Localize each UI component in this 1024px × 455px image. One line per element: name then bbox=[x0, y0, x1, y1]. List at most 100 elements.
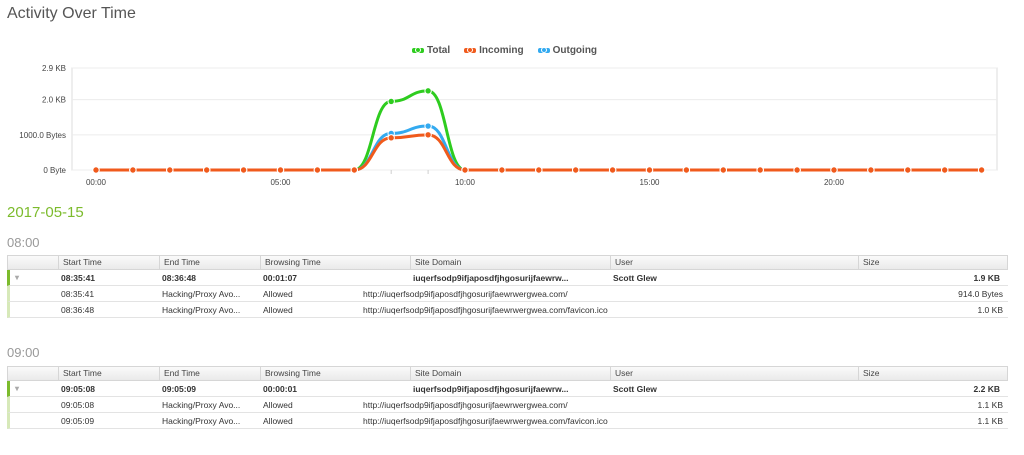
activity-table-0800: Start Time End Time Browsing Time Site D… bbox=[7, 255, 1008, 318]
data-point-total bbox=[424, 87, 432, 95]
data-point-incoming bbox=[682, 166, 691, 174]
x-tick-label: 10:00 bbox=[455, 178, 476, 187]
site-domain-cell: iuqerfsodp9ifjaposdfjhgosurijfaewrw... bbox=[413, 273, 569, 283]
hour-heading-0900: 09:00 bbox=[7, 345, 40, 360]
data-point-incoming bbox=[535, 166, 543, 174]
data-point-incoming bbox=[424, 131, 432, 139]
category-cell: Hacking/Proxy Avo... bbox=[162, 289, 241, 299]
url-cell: http://iuqerfsodp9ifjaposdfjhgosurijfaew… bbox=[363, 305, 608, 315]
size-cell: 1.0 KB bbox=[977, 305, 1003, 315]
column-header-toggle bbox=[8, 256, 58, 269]
browsing-time-cell: 00:01:07 bbox=[263, 273, 298, 283]
table-subrow: 08:36:48 Hacking/Proxy Avo... Allowed ht… bbox=[7, 302, 1008, 318]
category-cell: Hacking/Proxy Avo... bbox=[162, 305, 241, 315]
activity-chart: 0 Byte 1000.0 Bytes 2.0 KB 2.9 KB 00:00 05:00… bbox=[0, 38, 1024, 188]
time-cell: 08:36:48 bbox=[61, 305, 95, 315]
spacer-cell bbox=[10, 286, 57, 301]
table-header: Start Time End Time Browsing Time Site D… bbox=[7, 366, 1008, 381]
data-point-incoming bbox=[608, 166, 617, 174]
data-point-outgoing bbox=[424, 122, 432, 130]
data-point-incoming bbox=[572, 166, 580, 174]
time-cell: 09:05:09 bbox=[61, 416, 95, 426]
status-cell: Allowed bbox=[263, 305, 293, 315]
site-domain-cell: iuqerfsodp9ifjaposdfjhgosurijfaewrw... bbox=[413, 384, 569, 394]
end-time-cell: 08:36:48 bbox=[162, 273, 197, 283]
data-point-incoming bbox=[756, 166, 764, 174]
browsing-time-cell: 00:00:01 bbox=[263, 384, 298, 394]
user-cell: Scott Glew bbox=[613, 384, 657, 394]
data-point-incoming bbox=[904, 166, 912, 174]
x-tick-label: 15:00 bbox=[639, 178, 660, 187]
expand-toggle-icon[interactable]: ▾ bbox=[10, 381, 57, 396]
column-header-browsing-time[interactable]: Browsing Time bbox=[260, 256, 410, 269]
column-header-site-domain[interactable]: Site Domain bbox=[410, 367, 610, 380]
table-row[interactable]: ▾ 09:05:08 09:05:09 00:00:01 iuqerfsodp9… bbox=[7, 381, 1008, 397]
size-cell: 1.1 KB bbox=[977, 416, 1003, 426]
y-tick-label: 2.9 KB bbox=[42, 64, 66, 73]
data-point-incoming bbox=[645, 166, 654, 174]
y-tick-label: 1000.0 Bytes bbox=[19, 131, 66, 140]
column-header-size[interactable]: Size bbox=[858, 256, 1007, 269]
size-cell: 1.9 KB bbox=[973, 273, 1000, 283]
start-time-cell: 08:35:41 bbox=[61, 273, 96, 283]
url-cell: http://iuqerfsodp9ifjaposdfjhgosurijfaew… bbox=[363, 416, 608, 426]
status-cell: Allowed bbox=[263, 400, 293, 410]
data-point-incoming bbox=[830, 166, 838, 174]
data-point-incoming bbox=[239, 166, 248, 174]
column-header-end-time[interactable]: End Time bbox=[159, 256, 260, 269]
data-point-incoming bbox=[977, 166, 986, 174]
column-header-start-time[interactable]: Start Time bbox=[58, 256, 159, 269]
size-cell: 914.0 Bytes bbox=[958, 289, 1003, 299]
table-header: Start Time End Time Browsing Time Site D… bbox=[7, 255, 1008, 270]
column-header-start-time[interactable]: Start Time bbox=[58, 367, 159, 380]
hour-heading-0800: 08:00 bbox=[7, 235, 40, 250]
column-header-user[interactable]: User bbox=[610, 367, 858, 380]
spacer-cell bbox=[10, 302, 57, 317]
data-point-incoming bbox=[941, 166, 949, 174]
data-point-incoming bbox=[719, 166, 727, 174]
data-point-incoming bbox=[867, 166, 875, 174]
column-header-end-time[interactable]: End Time bbox=[159, 367, 260, 380]
page-title: Activity Over Time bbox=[7, 5, 136, 22]
data-point-total bbox=[387, 97, 395, 106]
x-tick-label: 05:00 bbox=[270, 178, 291, 187]
column-header-toggle bbox=[8, 367, 58, 380]
spacer-cell bbox=[10, 413, 57, 428]
time-cell: 08:35:41 bbox=[61, 289, 95, 299]
data-point-incoming bbox=[350, 166, 358, 174]
size-cell: 2.2 KB bbox=[973, 384, 1000, 394]
activity-chart-svg: 0 Byte 1000.0 Bytes 2.0 KB 2.9 KB 00:00 05:00… bbox=[19, 64, 998, 187]
table-subrow: 09:05:08 Hacking/Proxy Avo... Allowed ht… bbox=[7, 397, 1008, 413]
data-point-incoming bbox=[793, 166, 801, 174]
column-header-site-domain[interactable]: Site Domain bbox=[410, 256, 610, 269]
url-cell: http://iuqerfsodp9ifjaposdfjhgosurijfaew… bbox=[363, 400, 568, 410]
y-tick-label: 2.0 KB bbox=[42, 96, 66, 105]
url-cell: http://iuqerfsodp9ifjaposdfjhgosurijfaew… bbox=[363, 289, 568, 299]
plot-area bbox=[71, 67, 998, 171]
time-cell: 09:05:08 bbox=[61, 400, 95, 410]
data-point-incoming bbox=[129, 166, 137, 174]
column-header-browsing-time[interactable]: Browsing Time bbox=[260, 367, 410, 380]
data-point-incoming bbox=[387, 134, 395, 142]
user-cell: Scott Glew bbox=[613, 273, 657, 283]
table-subrow: 08:35:41 Hacking/Proxy Avo... Allowed ht… bbox=[7, 286, 1008, 302]
start-time-cell: 09:05:08 bbox=[61, 384, 96, 394]
y-tick-label: 0 Byte bbox=[43, 166, 66, 175]
x-tick-label: 20:00 bbox=[824, 178, 845, 187]
end-time-cell: 09:05:09 bbox=[162, 384, 197, 394]
status-cell: Allowed bbox=[263, 416, 293, 426]
date-heading: 2017-05-15 bbox=[7, 204, 84, 221]
data-point-incoming bbox=[313, 166, 322, 174]
x-tick-label: 00:00 bbox=[86, 178, 107, 187]
category-cell: Hacking/Proxy Avo... bbox=[162, 416, 241, 426]
column-header-user[interactable]: User bbox=[610, 256, 858, 269]
data-point-incoming bbox=[92, 166, 100, 174]
size-cell: 1.1 KB bbox=[977, 400, 1003, 410]
column-header-size[interactable]: Size bbox=[858, 367, 1007, 380]
status-cell: Allowed bbox=[263, 289, 293, 299]
data-point-incoming bbox=[166, 166, 174, 174]
data-point-incoming bbox=[276, 166, 285, 174]
expand-toggle-icon[interactable]: ▾ bbox=[10, 270, 57, 285]
table-row[interactable]: ▾ 08:35:41 08:36:48 00:01:07 iuqerfsodp9… bbox=[7, 270, 1008, 286]
data-point-incoming bbox=[203, 166, 211, 174]
